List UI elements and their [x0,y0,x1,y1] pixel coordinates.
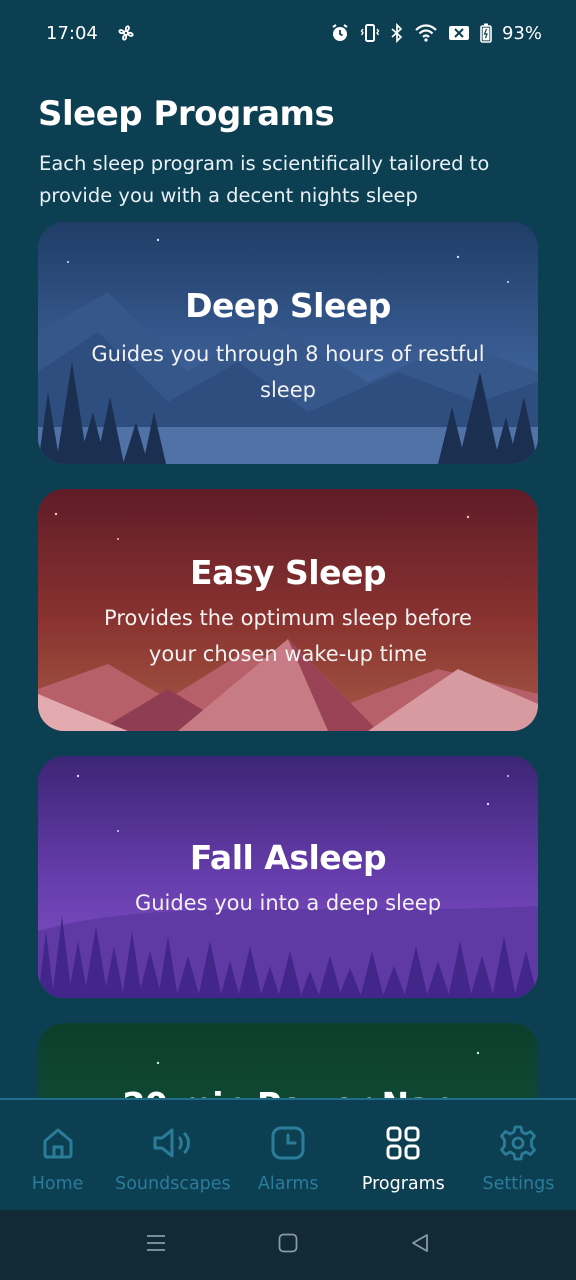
program-card-fall-asleep[interactable]: Fall Asleep Guides you into a deep sleep [38,756,538,998]
program-description: Provides the optimum sleep before your c… [104,606,472,666]
clock-icon [270,1124,306,1162]
system-navigation-bar [0,1210,576,1280]
bottom-navigation: Home Soundscapes Alarms Programs Setting… [0,1098,576,1210]
no-sim-icon [448,23,470,43]
battery-level: 93% [501,22,542,44]
nav-item-programs[interactable]: Programs [346,1100,461,1210]
vibrate-icon [360,23,380,43]
battery-icon [480,23,492,43]
purple-forest-illustration [38,756,538,998]
status-bar: 17:04 93% [0,0,576,66]
alarm-icon [330,23,350,43]
nav-item-home[interactable]: Home [0,1100,115,1210]
wifi-icon [414,23,438,43]
program-description: Guides you through 8 hours of restful sl… [91,342,485,402]
fan-icon [116,23,136,43]
menu-icon[interactable] [145,1232,167,1258]
home-icon [40,1124,76,1162]
program-list: Deep Sleep Guides you through 8 hours of… [38,222,538,1113]
nav-label: Home [31,1174,84,1194]
nav-label: Alarms [257,1174,319,1194]
nav-label: Programs [361,1174,445,1194]
speaker-icon [151,1124,195,1162]
program-card-deep-sleep[interactable]: Deep Sleep Guides you through 8 hours of… [38,222,538,464]
nav-item-settings[interactable]: Settings [461,1100,576,1210]
page-subtitle: Each sleep program is scientifically tai… [39,152,490,207]
gear-icon [499,1124,537,1162]
nav-item-alarms[interactable]: Alarms [231,1100,346,1210]
program-card-easy-sleep[interactable]: Easy Sleep Provides the optimum sleep be… [38,489,538,731]
program-description: Guides you into a deep sleep [134,891,442,915]
nav-item-soundscapes[interactable]: Soundscapes [115,1100,231,1210]
back-icon[interactable] [409,1232,431,1258]
program-title: Easy Sleep [190,553,386,592]
nav-label: Soundscapes [115,1174,231,1194]
status-time: 17:04 [46,22,98,44]
bluetooth-icon [390,23,404,43]
program-title: Deep Sleep [185,286,391,325]
home-square-icon[interactable] [277,1232,299,1258]
program-title: Fall Asleep [189,838,387,877]
nav-label: Settings [482,1174,555,1194]
grid-icon [385,1124,421,1162]
page-title: Sleep Programs [38,94,335,134]
